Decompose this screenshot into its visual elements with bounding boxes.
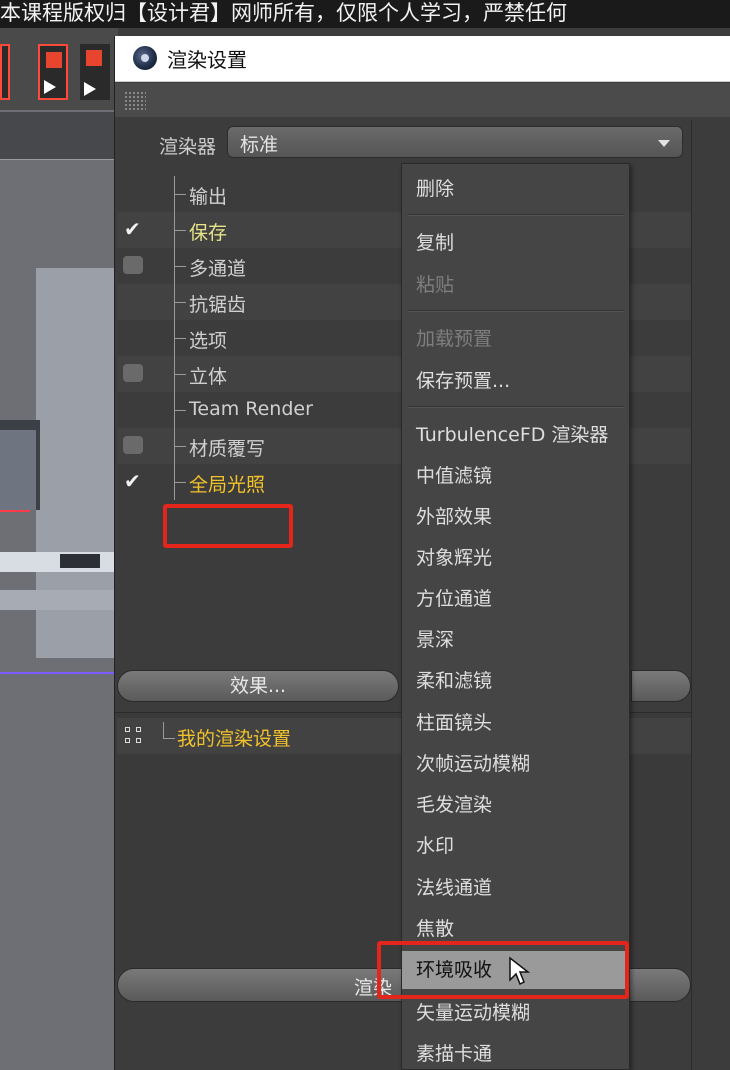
effects-button[interactable]: 效果... (117, 670, 399, 702)
menu-item-depth-of-field[interactable]: 景深 (402, 621, 629, 659)
renderer-dropdown[interactable]: 标准 (227, 126, 683, 158)
annotation-highlight-box (163, 504, 293, 548)
menu-item-hair-render[interactable]: 毛发渲染 (402, 786, 629, 824)
renderer-label: 渲染器 (159, 136, 217, 158)
menu-item-paste[interactable]: 粘贴 (402, 266, 629, 304)
viewport-header (0, 112, 118, 160)
preset-label: 我的渲染设置 (177, 728, 292, 750)
tree-item-label: Team Render (189, 398, 313, 420)
checkbox-checked-icon[interactable] (123, 217, 143, 241)
menu-item-turbulencefd[interactable]: TurbulenceFD 渲染器 (402, 416, 629, 454)
menu-item-subframe-motion-blur[interactable]: 次帧运动模糊 (402, 745, 629, 783)
checkbox-unchecked-icon[interactable] (123, 364, 143, 382)
mouse-cursor-icon (509, 956, 531, 986)
menu-item-soften-filter[interactable]: 柔和滤镜 (402, 662, 629, 700)
menu-item-external-effect[interactable]: 外部效果 (402, 498, 629, 536)
render-setting-icon (125, 727, 143, 745)
menu-item-vector-motion-blur[interactable]: 矢量运动模糊 (402, 994, 629, 1032)
checkbox-unchecked-icon[interactable] (123, 436, 143, 454)
panel-divider (691, 120, 692, 1070)
viewport-purple-line (0, 672, 118, 674)
tree-item-label: 立体 (189, 366, 228, 388)
checkbox-unchecked-icon[interactable] (123, 256, 143, 274)
viewport-object-shade (0, 430, 36, 510)
chevron-down-icon (658, 140, 670, 147)
menu-item-watermark[interactable]: 水印 (402, 827, 629, 865)
menu-item-median-filter[interactable]: 中值滤镜 (402, 457, 629, 495)
tree-item-label: 保存 (189, 222, 228, 244)
effects-context-menu: 删除 复制 粘贴 加载预置 保存预置... TurbulenceFD 渲染器 中… (401, 163, 630, 1070)
menu-separator (408, 310, 624, 312)
menu-item-cylindrical-lens[interactable]: 柱面镜头 (402, 704, 629, 742)
viewport-object-base (0, 590, 118, 610)
tree-item-label: 输出 (189, 186, 228, 208)
render-clapper-icon[interactable] (80, 44, 110, 100)
annotation-highlight-box (377, 941, 629, 999)
menu-item-position-pass[interactable]: 方位通道 (402, 580, 629, 618)
watermark-text: 本课程版权归【设计君】网师所有，仅限个人学习，严禁任何 (0, 1, 567, 25)
menu-item-normal-pass[interactable]: 法线通道 (402, 869, 629, 907)
menu-separator (408, 214, 624, 216)
tree-item-label: 选项 (189, 330, 228, 352)
multipass-button[interactable] (631, 670, 691, 702)
dialog-toolbar (115, 83, 730, 117)
tree-item-label: 多通道 (189, 258, 247, 280)
menu-item-load-preset[interactable]: 加载预置 (402, 320, 629, 358)
clapper-icon[interactable] (0, 44, 10, 100)
tree-item-label: 材质覆写 (189, 438, 266, 460)
cinema4d-logo-icon (133, 46, 157, 70)
viewport-object-light (0, 552, 118, 572)
renderer-selected-value: 标准 (240, 134, 279, 156)
menu-item-copy[interactable]: 复制 (402, 224, 629, 262)
grip-handle-icon[interactable] (124, 91, 146, 111)
menu-item-sketch-toon[interactable]: 素描卡通 (402, 1035, 629, 1070)
watermark-banner: 本课程版权归【设计君】网师所有，仅限个人学习，严禁任何 (0, 0, 730, 28)
dialog-title-bar[interactable]: 渲染设置 (115, 36, 730, 82)
menu-item-object-glow[interactable]: 对象辉光 (402, 539, 629, 577)
menu-item-save-preset[interactable]: 保存预置... (402, 362, 629, 400)
viewport-red-axis (0, 510, 30, 512)
tree-item-label: 全局光照 (189, 474, 266, 496)
menu-item-delete[interactable]: 删除 (402, 170, 629, 208)
viewport-object-slot (60, 554, 100, 568)
dialog-title: 渲染设置 (167, 48, 247, 72)
menu-separator (408, 406, 624, 408)
render-settings-clapper-icon[interactable] (38, 44, 68, 100)
checkbox-checked-icon[interactable] (123, 469, 143, 493)
tree-item-label: 抗锯齿 (189, 294, 247, 316)
